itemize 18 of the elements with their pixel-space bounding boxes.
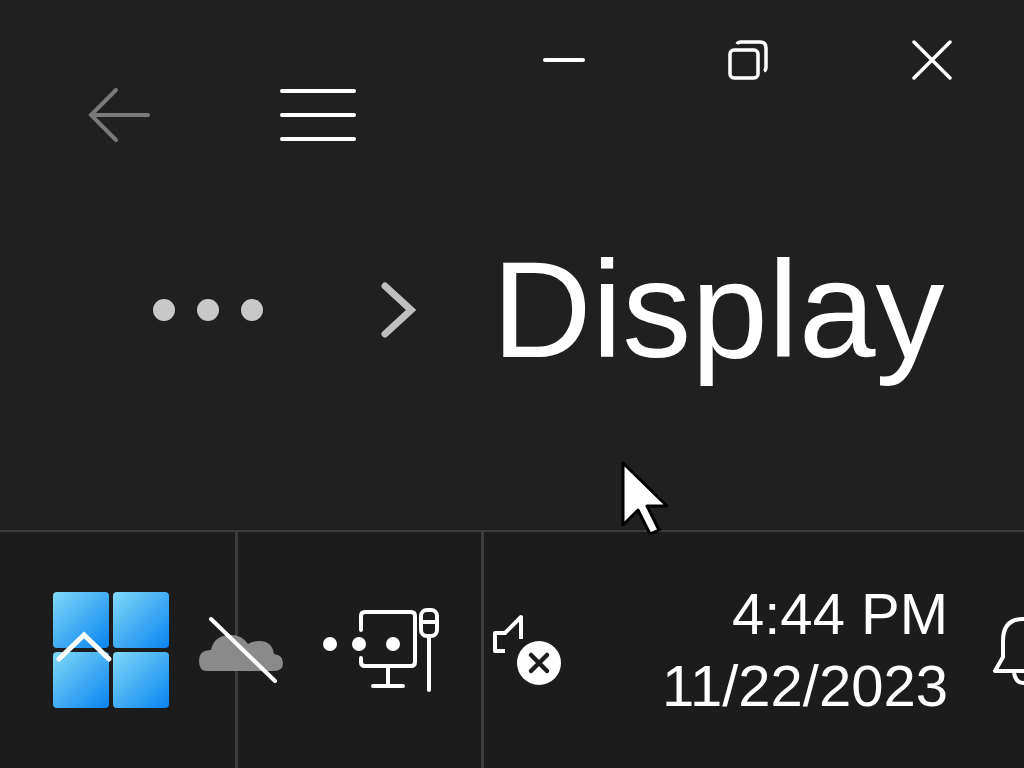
menu-button[interactable]: [280, 89, 356, 141]
minimize-icon: [543, 58, 585, 62]
restore-icon: [728, 40, 768, 80]
start-button[interactable]: [53, 592, 169, 708]
windows-logo-icon: [53, 592, 169, 708]
menu-icon: [280, 89, 356, 141]
volume-muted-icon: [491, 613, 563, 687]
chevron-right-icon: [380, 281, 416, 339]
page-title: Display: [492, 231, 945, 389]
more-icon[interactable]: [152, 298, 264, 322]
close-icon: [912, 40, 952, 80]
volume-button[interactable]: [491, 613, 563, 687]
onedrive-button[interactable]: [199, 617, 283, 683]
chevron-up-icon[interactable]: [56, 630, 112, 662]
back-arrow-icon: [88, 87, 150, 143]
mouse-pointer-icon: [620, 460, 668, 536]
cloud-off-icon: [199, 617, 283, 683]
clock-button[interactable]: 4:44 PM 11/22/2023: [662, 582, 948, 718]
